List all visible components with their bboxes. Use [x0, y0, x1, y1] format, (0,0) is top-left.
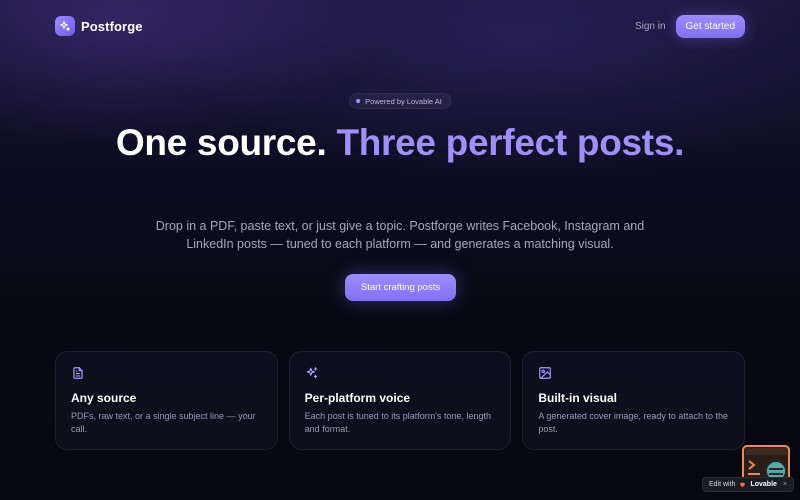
- edit-with-label: Edit with: [709, 481, 736, 488]
- hero-title: One source. Three perfect posts.: [100, 123, 700, 163]
- feature-title: Built-in visual: [538, 391, 618, 405]
- start-crafting-button[interactable]: Start crafting posts: [345, 274, 456, 301]
- feature-card-per-platform-voice: Per-platform voice Each post is tuned to…: [288, 351, 512, 450]
- brand-name: Postforge: [81, 18, 143, 34]
- nav-actions: Sign in Get started: [635, 14, 745, 38]
- image-icon: [539, 367, 552, 379]
- feature-description: Each post is tuned to its platform's ton…: [304, 411, 491, 434]
- feature-title: Any source: [71, 391, 137, 405]
- brand[interactable]: Postforge: [55, 16, 143, 36]
- feature-cards: Any source PDFs, raw text, or a single s…: [55, 351, 746, 450]
- badge-dot-icon: [356, 99, 361, 103]
- lovable-label: Lovable: [750, 481, 777, 488]
- sparkle-logo-icon: [55, 16, 75, 36]
- feature-description: PDFs, raw text, or a single subject line…: [71, 411, 256, 434]
- heart-icon: [740, 482, 746, 488]
- get-started-button[interactable]: Get started: [675, 14, 745, 38]
- hero-subtitle: Drop in a PDF, paste text, or just give …: [155, 219, 645, 251]
- feature-description: A generated cover image, ready to attach…: [538, 411, 728, 434]
- feature-title: Per-platform voice: [304, 391, 411, 405]
- document-icon: [73, 367, 83, 379]
- close-icon[interactable]: ×: [783, 481, 787, 488]
- hero-title-part2: Three perfect posts.: [336, 122, 685, 163]
- feature-card-any-source: Any source PDFs, raw text, or a single s…: [55, 351, 278, 450]
- landing-page: Postforge Sign in Get started Powered by…: [0, 0, 800, 500]
- feature-card-built-in-visual: Built-in visual A generated cover image,…: [522, 351, 746, 450]
- badge-text: Powered by Lovable AI: [365, 96, 442, 106]
- sparkles-icon: [306, 367, 317, 379]
- edit-with-lovable-badge[interactable]: Edit with Lovable ×: [702, 477, 795, 492]
- hero-title-part1: One source.: [115, 122, 327, 163]
- top-nav: Postforge Sign in Get started: [55, 14, 745, 38]
- powered-by-badge: Powered by Lovable AI: [349, 93, 451, 109]
- sign-in-link[interactable]: Sign in: [635, 21, 666, 32]
